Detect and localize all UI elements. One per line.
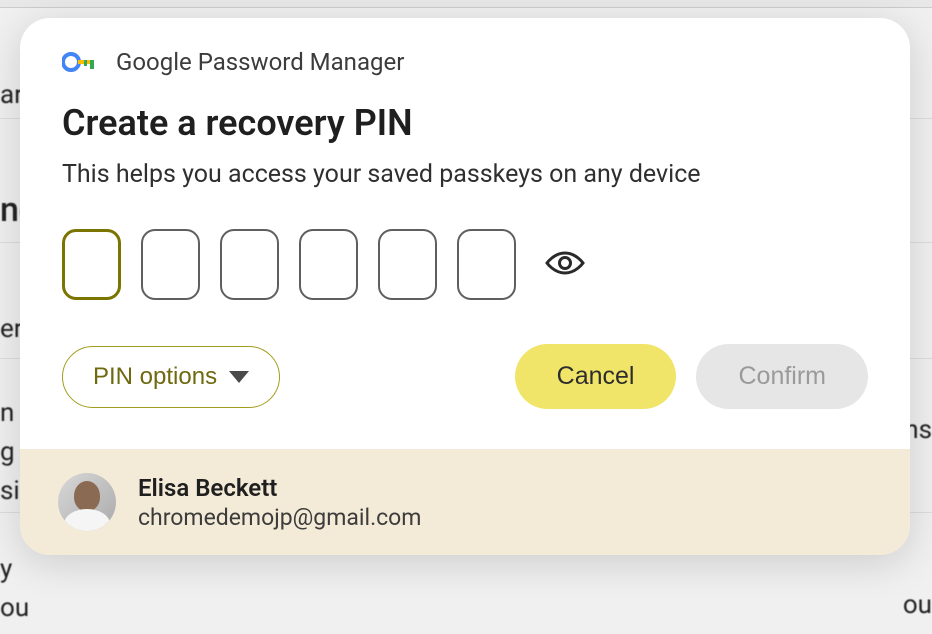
pin-digit-2[interactable] bbox=[141, 229, 200, 300]
pin-input-row bbox=[62, 229, 868, 300]
recovery-pin-dialog: Google Password Manager Create a recover… bbox=[20, 18, 910, 555]
avatar bbox=[58, 473, 116, 531]
dialog-header: Google Password Manager bbox=[20, 18, 910, 76]
action-row: PIN options Cancel Confirm bbox=[62, 344, 868, 409]
user-email: chromedemojp@gmail.com bbox=[138, 504, 421, 531]
pin-options-label: PIN options bbox=[93, 363, 217, 391]
pin-digit-6[interactable] bbox=[457, 229, 516, 300]
password-manager-key-icon bbox=[62, 51, 98, 73]
eye-icon bbox=[544, 249, 586, 280]
user-account-row[interactable]: Elisa Beckett chromedemojp@gmail.com bbox=[20, 449, 910, 555]
user-name: Elisa Beckett bbox=[138, 474, 421, 502]
dialog-heading: Create a recovery PIN bbox=[62, 102, 868, 144]
pin-digit-3[interactable] bbox=[220, 229, 279, 300]
dialog-subheading: This helps you access your saved passkey… bbox=[62, 160, 868, 189]
user-info: Elisa Beckett chromedemojp@gmail.com bbox=[138, 474, 421, 531]
pin-digit-5[interactable] bbox=[378, 229, 437, 300]
app-title: Google Password Manager bbox=[116, 48, 404, 76]
background-text: ou bbox=[903, 590, 932, 620]
cancel-button[interactable]: Cancel bbox=[515, 344, 677, 409]
background-text: y ou bbox=[0, 550, 29, 628]
pin-digit-1[interactable] bbox=[62, 229, 121, 300]
pin-options-button[interactable]: PIN options bbox=[62, 346, 280, 408]
toggle-visibility-button[interactable] bbox=[540, 245, 590, 284]
chevron-down-icon bbox=[229, 371, 249, 383]
confirm-button[interactable]: Confirm bbox=[696, 344, 868, 409]
pin-digit-4[interactable] bbox=[299, 229, 358, 300]
